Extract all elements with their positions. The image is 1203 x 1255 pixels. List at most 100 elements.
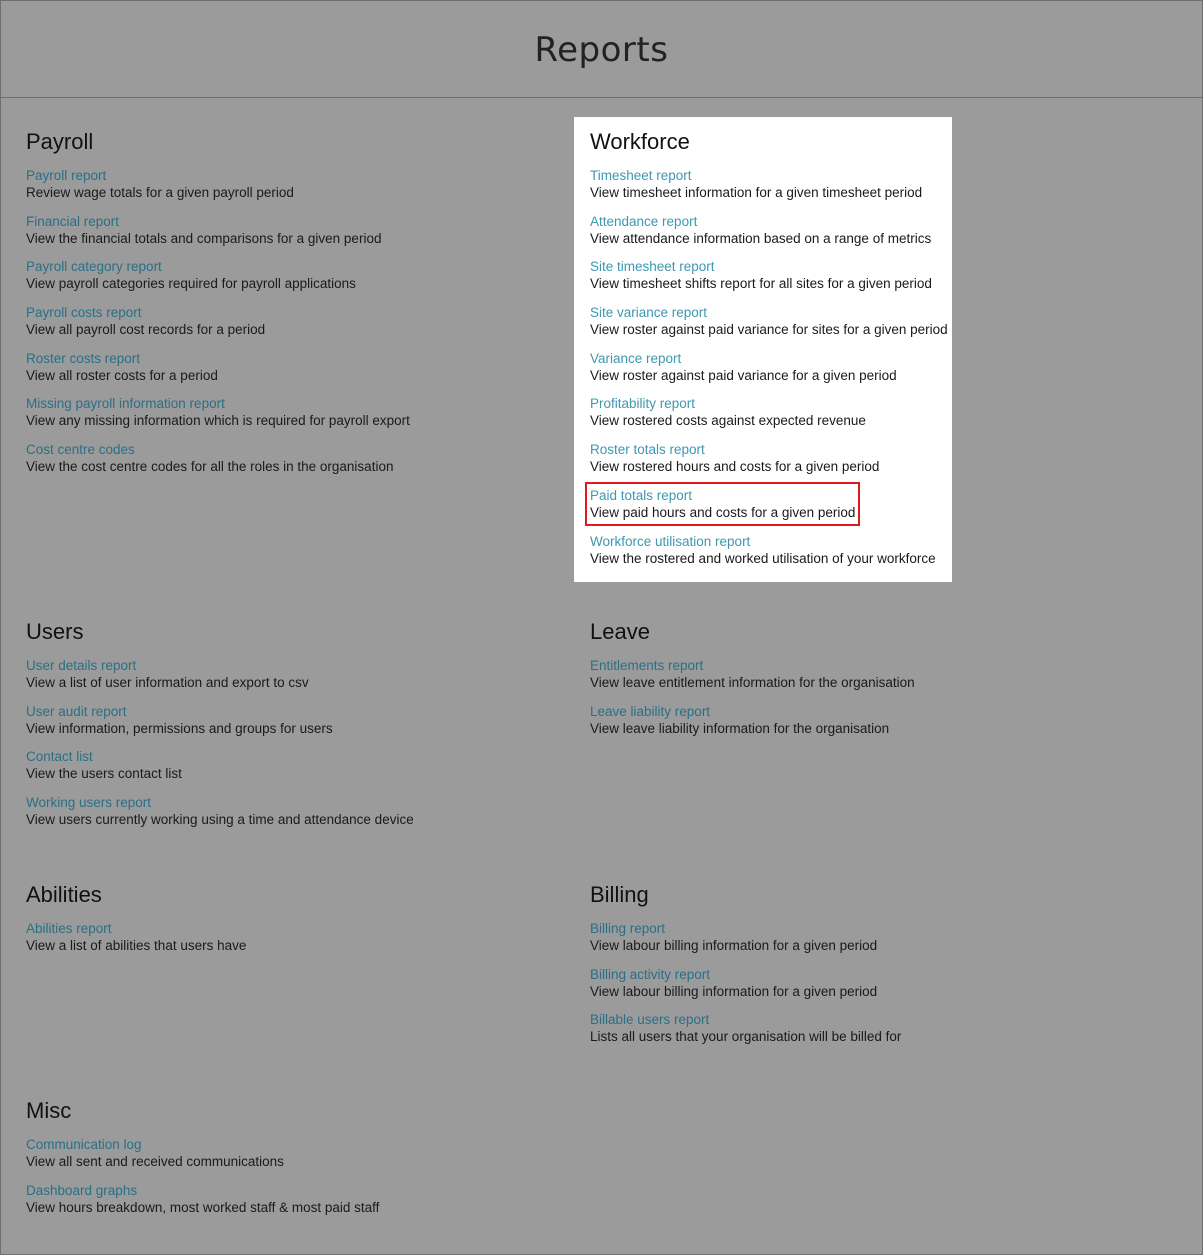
paid-totals-report-description: View paid hours and costs for a given pe… <box>590 504 856 520</box>
billing-report-link[interactable]: Billing report <box>590 920 1110 937</box>
contact-list-description: View the users contact list <box>26 766 182 782</box>
working-users-report-link[interactable]: Working users report <box>26 794 546 811</box>
payroll-category-report-description: View payroll categories required for pay… <box>26 276 356 292</box>
report-item-site-timesheet-report: Site timesheet report View timesheet shi… <box>590 258 952 304</box>
missing-payroll-information-report-description: View any missing information which is re… <box>26 413 410 429</box>
attendance-report-link[interactable]: Attendance report <box>590 213 952 230</box>
roster-costs-report-description: View all roster costs for a period <box>26 367 218 383</box>
working-users-report-description: View users currently working using a tim… <box>26 812 414 828</box>
section-workforce: Workforce Timesheet report View timeshee… <box>574 117 952 582</box>
workforce-utilisation-report-description: View the rostered and worked utilisation… <box>590 550 936 566</box>
payroll-category-report-link[interactable]: Payroll category report <box>26 258 546 275</box>
report-item-contact-list: Contact list View the users contact list <box>26 748 546 794</box>
report-item-roster-totals-report: Roster totals report View rostered hours… <box>590 441 952 487</box>
roster-costs-report-link[interactable]: Roster costs report <box>26 350 546 367</box>
section-users: Users User details report View a list of… <box>26 617 546 840</box>
site-timesheet-report-description: View timesheet shifts report for all sit… <box>590 276 932 292</box>
billing-activity-report-description: View labour billing information for a gi… <box>590 983 878 999</box>
section-title-abilities: Abilities <box>26 882 102 907</box>
report-item-communication-log: Communication log View all sent and rece… <box>26 1136 546 1182</box>
cost-centre-codes-description: View the cost centre codes for all the r… <box>26 459 394 475</box>
user-audit-report-description: View information, permissions and groups… <box>26 720 333 736</box>
section-title-billing: Billing <box>590 882 649 907</box>
communication-log-link[interactable]: Communication log <box>26 1136 546 1153</box>
dashboard-graphs-link[interactable]: Dashboard graphs <box>26 1182 546 1199</box>
report-item-cost-centre-codes: Cost centre codes View the cost centre c… <box>26 441 546 487</box>
billing-report-description: View labour billing information for a gi… <box>590 938 878 953</box>
report-item-user-details-report: User details report View a list of user … <box>26 657 546 703</box>
report-item-profitability-report: Profitability report View rostered costs… <box>590 395 952 441</box>
section-title-payroll: Payroll <box>26 129 94 154</box>
highlight-box: Paid totals report View paid hours and c… <box>584 481 861 526</box>
section-title-misc: Misc <box>26 1098 72 1123</box>
user-details-report-description: View a list of user information and expo… <box>26 675 309 690</box>
timesheet-report-link[interactable]: Timesheet report <box>590 167 952 184</box>
report-item-payroll-report: Payroll report Review wage totals for a … <box>26 167 546 213</box>
payroll-costs-report-link[interactable]: Payroll costs report <box>26 304 546 321</box>
variance-report-description: View roster against paid variance for a … <box>590 367 897 383</box>
payroll-report-link[interactable]: Payroll report <box>26 167 546 184</box>
billable-users-report-description: Lists all users that your organisation w… <box>590 1029 902 1045</box>
report-item-variance-report: Variance report View roster against paid… <box>590 350 952 396</box>
communication-log-description: View all sent and received communication… <box>26 1154 284 1169</box>
report-item-payroll-costs-report: Payroll costs report View all payroll co… <box>26 304 546 350</box>
section-title-users: Users <box>26 619 84 644</box>
section-misc: Misc Communication log View all sent and… <box>26 1096 546 1227</box>
report-item-working-users-report: Working users report View users currentl… <box>26 794 546 840</box>
payroll-report-description: Review wage totals for a given payroll p… <box>26 185 294 200</box>
section-payroll: Payroll Payroll report Review wage total… <box>26 127 546 487</box>
report-item-billable-users-report: Billable users report Lists all users th… <box>590 1011 1110 1057</box>
report-item-entitlements-report: Entitlements report View leave entitleme… <box>590 657 1110 703</box>
report-item-abilities-report: Abilities report View a list of abilitie… <box>26 920 546 966</box>
profitability-report-description: View rostered costs against expected rev… <box>590 413 866 429</box>
report-item-paid-totals-report: Paid totals report View paid hours and c… <box>584 481 952 533</box>
user-audit-report-link[interactable]: User audit report <box>26 703 546 720</box>
variance-report-link[interactable]: Variance report <box>590 350 952 367</box>
report-item-leave-liability-report: Leave liability report View leave liabil… <box>590 703 1110 749</box>
section-leave: Leave Entitlements report View leave ent… <box>590 617 1110 748</box>
report-item-billing-report: Billing report View labour billing infor… <box>590 920 1110 966</box>
leave-liability-report-description: View leave liability information for the… <box>590 720 890 736</box>
section-title-leave: Leave <box>590 619 650 644</box>
report-item-financial-report: Financial report View the financial tota… <box>26 213 546 259</box>
user-details-report-link[interactable]: User details report <box>26 657 546 674</box>
site-variance-report-link[interactable]: Site variance report <box>590 304 952 321</box>
report-item-site-variance-report: Site variance report View roster against… <box>590 304 952 350</box>
report-item-roster-costs-report: Roster costs report View all roster cost… <box>26 350 546 396</box>
site-timesheet-report-link[interactable]: Site timesheet report <box>590 258 952 275</box>
entitlements-report-link[interactable]: Entitlements report <box>590 657 1110 674</box>
workforce-utilisation-report-link[interactable]: Workforce utilisation report <box>590 533 952 550</box>
section-billing: Billing Billing report View labour billi… <box>590 880 1110 1057</box>
payroll-costs-report-description: View all payroll cost records for a peri… <box>26 322 266 338</box>
site-variance-report-description: View roster against paid variance for si… <box>590 322 948 338</box>
financial-report-link[interactable]: Financial report <box>26 213 546 230</box>
page-title: Reports <box>534 30 669 70</box>
profitability-report-link[interactable]: Profitability report <box>590 395 952 412</box>
report-item-payroll-category-report: Payroll category report View payroll cat… <box>26 258 546 304</box>
abilities-report-description: View a list of abilities that users have <box>26 938 247 953</box>
report-item-dashboard-graphs: Dashboard graphs View hours breakdown, m… <box>26 1182 546 1228</box>
section-title-workforce: Workforce <box>590 129 690 154</box>
financial-report-description: View the financial totals and comparison… <box>26 230 382 246</box>
section-abilities: Abilities Abilities report View a list o… <box>26 880 546 966</box>
timesheet-report-description: View timesheet information for a given t… <box>590 185 923 200</box>
report-item-user-audit-report: User audit report View information, perm… <box>26 703 546 749</box>
report-item-workforce-utilisation-report: Workforce utilisation report View the ro… <box>590 533 952 579</box>
dashboard-graphs-description: View hours breakdown, most worked staff … <box>26 1199 380 1215</box>
billable-users-report-link[interactable]: Billable users report <box>590 1011 1110 1028</box>
roster-totals-report-link[interactable]: Roster totals report <box>590 441 952 458</box>
entitlements-report-description: View leave entitlement information for t… <box>590 675 915 690</box>
missing-payroll-information-report-link[interactable]: Missing payroll information report <box>26 395 546 412</box>
billing-activity-report-link[interactable]: Billing activity report <box>590 966 1110 983</box>
report-item-timesheet-report: Timesheet report View timesheet informat… <box>590 167 952 213</box>
abilities-report-link[interactable]: Abilities report <box>26 920 546 937</box>
attendance-report-description: View attendance information based on a r… <box>590 230 932 246</box>
paid-totals-report-link[interactable]: Paid totals report <box>590 487 855 504</box>
roster-totals-report-description: View rostered hours and costs for a give… <box>590 459 880 475</box>
report-item-billing-activity-report: Billing activity report View labour bill… <box>590 966 1110 1012</box>
page-header: Reports <box>0 0 1203 98</box>
leave-liability-report-link[interactable]: Leave liability report <box>590 703 1110 720</box>
cost-centre-codes-link[interactable]: Cost centre codes <box>26 441 546 458</box>
report-item-missing-payroll-information-report: Missing payroll information report View … <box>26 395 546 441</box>
contact-list-link[interactable]: Contact list <box>26 748 546 765</box>
